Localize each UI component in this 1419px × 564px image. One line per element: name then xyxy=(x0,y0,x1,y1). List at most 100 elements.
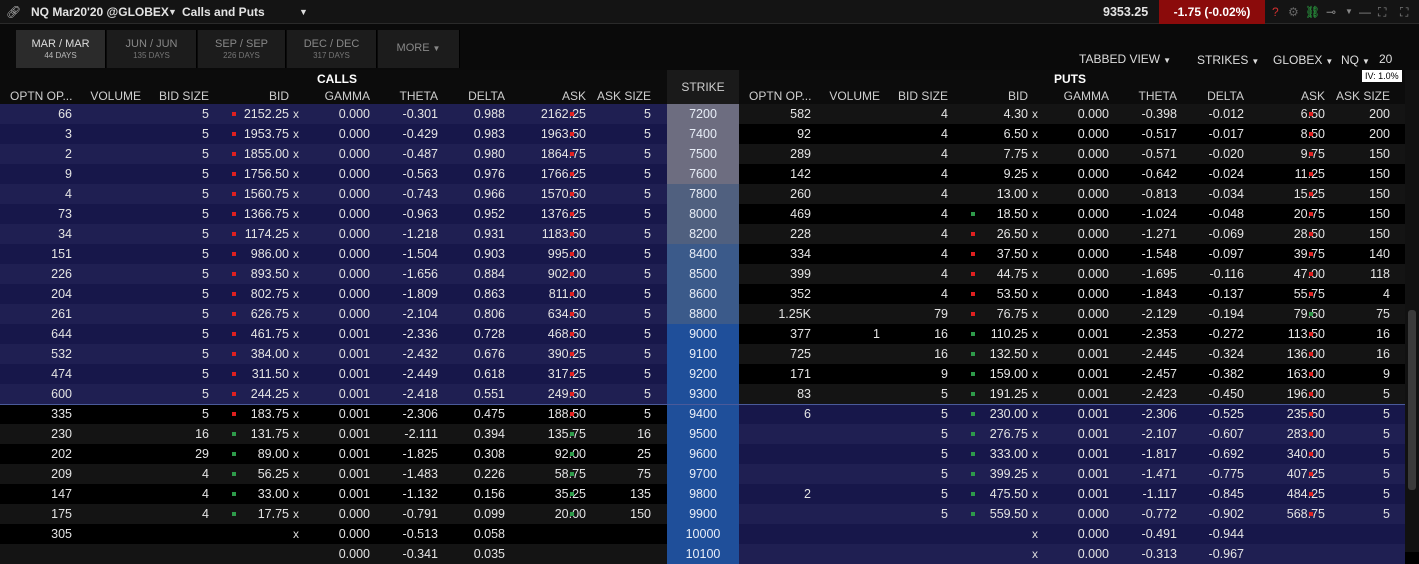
put-bid-cell[interactable]: 37.50 xyxy=(979,244,1028,264)
put-delta-cell[interactable]: -0.324 xyxy=(1199,344,1244,364)
put-bid-size-cell[interactable]: 5 xyxy=(899,444,948,464)
put-ask-cell[interactable]: 283.00 xyxy=(1267,424,1325,444)
table-row[interactable]: 0.000 -0.341 0.035 0.000 -0.313 -0.967 x 10100 xyxy=(0,544,1405,564)
call-delta-cell[interactable]: 0.863 xyxy=(460,284,505,304)
put-gamma-cell[interactable]: 0.001 xyxy=(1059,324,1109,344)
put-ask-cell[interactable]: 15.25 xyxy=(1267,184,1325,204)
put-ask-size-cell[interactable]: 5 xyxy=(1339,384,1390,404)
put-bid-size-cell[interactable]: 4 xyxy=(899,284,948,304)
call-volume-cell[interactable] xyxy=(80,364,141,384)
call-gamma-cell[interactable]: 0.000 xyxy=(320,544,370,564)
put-ask-size-cell[interactable]: 4 xyxy=(1339,284,1390,304)
strike-cell[interactable]: 9300 xyxy=(667,384,739,404)
put-ask-cell[interactable] xyxy=(1267,544,1325,564)
put-theta-cell[interactable]: -2.353 xyxy=(1129,324,1177,344)
put-volume-cell[interactable] xyxy=(819,264,880,284)
call-ask-cell[interactable]: 35.25 xyxy=(528,484,586,504)
strikes-dropdown[interactable]: STRIKES ▼ xyxy=(1197,53,1259,67)
call-ask-size-cell[interactable]: 5 xyxy=(600,104,651,124)
pin-icon[interactable]: ⊸ xyxy=(1326,0,1336,24)
call-gamma-cell[interactable]: 0.000 xyxy=(320,264,370,284)
put-delta-cell[interactable]: -0.137 xyxy=(1199,284,1244,304)
call-gamma-cell[interactable]: 0.000 xyxy=(320,104,370,124)
call-ask-size-cell[interactable]: 5 xyxy=(600,164,651,184)
put-delta-cell[interactable]: -0.775 xyxy=(1199,464,1244,484)
put-theta-cell[interactable]: -0.491 xyxy=(1129,524,1177,544)
put-optn-cell[interactable]: 289 xyxy=(739,144,811,164)
put-gamma-cell[interactable]: 0.000 xyxy=(1059,504,1109,524)
put-gamma-cell[interactable]: 0.000 xyxy=(1059,204,1109,224)
put-gamma-cell[interactable]: 0.000 xyxy=(1059,184,1109,204)
put-optn-cell[interactable]: 582 xyxy=(739,104,811,124)
call-gamma-cell[interactable]: 0.000 xyxy=(320,184,370,204)
put-ask-size-cell[interactable]: 75 xyxy=(1339,304,1390,324)
put-bid-size-cell[interactable]: 4 xyxy=(899,184,948,204)
call-bid-size-cell[interactable]: 16 xyxy=(160,424,209,444)
call-volume-cell[interactable] xyxy=(80,204,141,224)
call-bid-cell[interactable]: 2152.25 xyxy=(240,104,289,124)
call-bid-size-cell[interactable]: 5 xyxy=(160,244,209,264)
put-optn-cell[interactable] xyxy=(739,504,811,524)
put-theta-cell[interactable]: -2.423 xyxy=(1129,384,1177,404)
put-column-header[interactable]: THETA xyxy=(1119,89,1177,103)
vertical-scrollbar[interactable] xyxy=(1405,70,1419,552)
put-bid-cell[interactable]: 26.50 xyxy=(979,224,1028,244)
put-volume-cell[interactable] xyxy=(819,424,880,444)
strike-cell[interactable]: 9200 xyxy=(667,364,739,384)
put-volume-cell[interactable] xyxy=(819,124,880,144)
more-tab[interactable]: MORE ▼ xyxy=(378,30,460,68)
put-bid-cell[interactable]: 191.25 xyxy=(979,384,1028,404)
call-theta-cell[interactable]: -0.301 xyxy=(390,104,438,124)
put-bid-cell[interactable]: 132.50 xyxy=(979,344,1028,364)
call-delta-cell[interactable]: 0.308 xyxy=(460,444,505,464)
put-bid-size-cell[interactable]: 4 xyxy=(899,144,948,164)
strike-cell[interactable]: 9400 xyxy=(667,404,739,424)
call-ask-cell[interactable] xyxy=(528,544,586,564)
put-ask-size-cell[interactable]: 5 xyxy=(1339,484,1390,504)
put-bid-cell[interactable] xyxy=(979,524,1028,544)
call-theta-cell[interactable]: -0.791 xyxy=(390,504,438,524)
put-volume-cell[interactable] xyxy=(819,384,880,404)
call-ask-cell[interactable]: 468.50 xyxy=(528,324,586,344)
minimize-icon[interactable]: — xyxy=(1359,0,1371,24)
call-column-header[interactable]: THETA xyxy=(380,89,438,103)
call-bid-size-cell[interactable]: 5 xyxy=(160,344,209,364)
call-volume-cell[interactable] xyxy=(80,224,141,244)
put-volume-cell[interactable] xyxy=(819,224,880,244)
call-gamma-cell[interactable]: 0.001 xyxy=(320,464,370,484)
call-column-header[interactable]: BID xyxy=(230,89,289,103)
put-ask-cell[interactable]: 47.00 xyxy=(1267,264,1325,284)
contract-symbol[interactable]: NQ Mar20'20 @GLOBEX xyxy=(31,0,169,24)
call-volume-cell[interactable] xyxy=(80,184,141,204)
put-volume-cell[interactable] xyxy=(819,404,880,424)
put-ask-cell[interactable]: 79.50 xyxy=(1267,304,1325,324)
strike-cell[interactable]: 7600 xyxy=(667,164,739,184)
call-bid-cell[interactable]: 626.75 xyxy=(240,304,289,324)
put-ask-size-cell[interactable]: 5 xyxy=(1339,424,1390,444)
put-bid-cell[interactable]: 159.00 xyxy=(979,364,1028,384)
put-volume-cell[interactable] xyxy=(819,244,880,264)
put-ask-size-cell[interactable]: 150 xyxy=(1339,164,1390,184)
call-ask-size-cell[interactable]: 5 xyxy=(600,384,651,404)
put-ask-size-cell[interactable]: 5 xyxy=(1339,464,1390,484)
put-bid-size-cell[interactable]: 79 xyxy=(899,304,948,324)
put-bid-size-cell[interactable]: 4 xyxy=(899,264,948,284)
put-bid-size-cell[interactable]: 4 xyxy=(899,244,948,264)
put-delta-cell[interactable]: -0.069 xyxy=(1199,224,1244,244)
title-dropdown-icon[interactable]: ▼ xyxy=(299,0,308,24)
call-volume-cell[interactable] xyxy=(80,524,141,544)
call-ask-cell[interactable]: 2162.25 xyxy=(528,104,586,124)
call-bid-size-cell[interactable]: 29 xyxy=(160,444,209,464)
call-bid-cell[interactable]: 384.00 xyxy=(240,344,289,364)
put-bid-cell[interactable]: 9.25 xyxy=(979,164,1028,184)
settings-icon[interactable]: ⚙ xyxy=(1288,0,1299,24)
call-ask-size-cell[interactable]: 5 xyxy=(600,364,651,384)
put-column-header[interactable]: GAMMA xyxy=(1049,89,1109,103)
call-bid-cell[interactable]: 1855.00 xyxy=(240,144,289,164)
call-bid-cell[interactable]: 1560.75 xyxy=(240,184,289,204)
put-gamma-cell[interactable]: 0.001 xyxy=(1059,344,1109,364)
call-optn-cell[interactable]: 147 xyxy=(0,484,72,504)
put-ask-cell[interactable]: 407.25 xyxy=(1267,464,1325,484)
call-volume-cell[interactable] xyxy=(80,404,141,424)
put-volume-cell[interactable] xyxy=(819,204,880,224)
